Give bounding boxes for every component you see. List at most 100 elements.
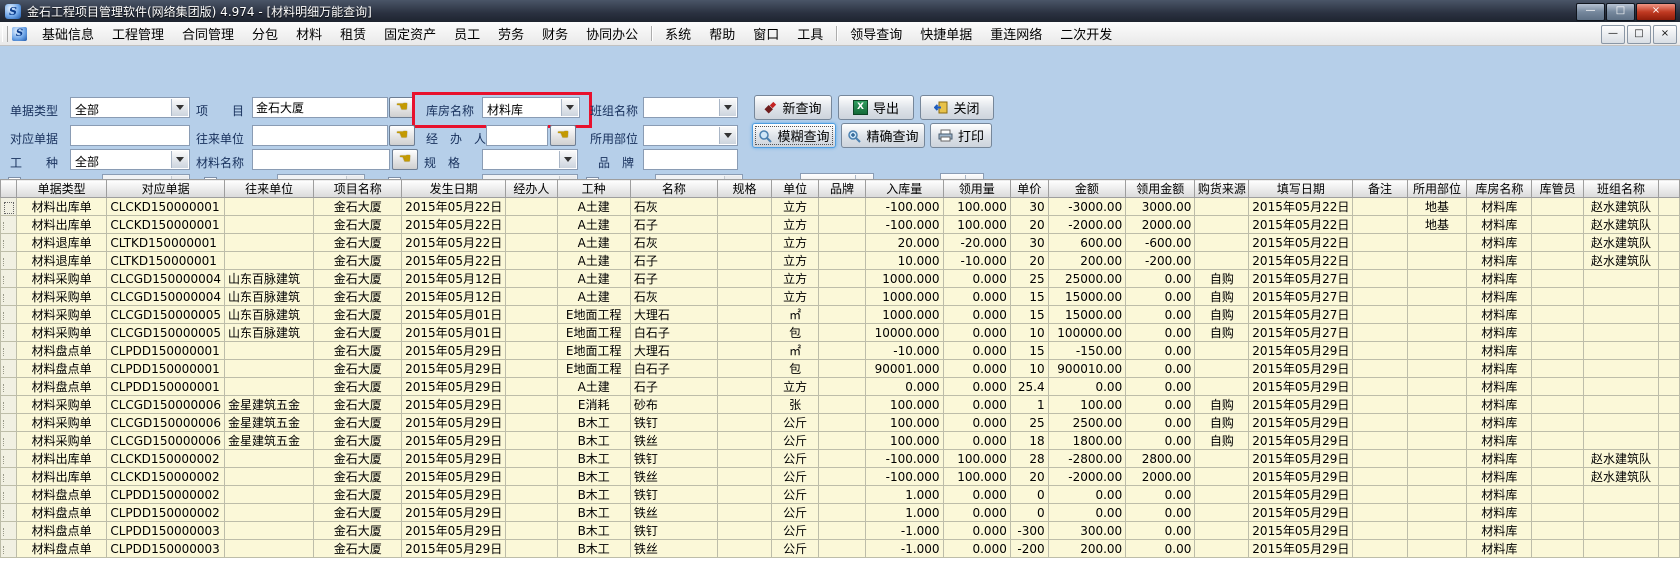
cell[interactable] xyxy=(1195,360,1249,378)
cell[interactable]: 100.000 xyxy=(865,396,943,414)
child-close-button[interactable]: × xyxy=(1653,25,1677,44)
cell[interactable]: CLPDD150000002 xyxy=(107,504,225,522)
cell[interactable]: 2015年05月12日 xyxy=(402,288,506,306)
cell[interactable]: -2000.00 xyxy=(1048,468,1126,486)
table-row[interactable]: 材料盘点单CLPDD150000003金石大厦2015年05月29日B木工铁丝公… xyxy=(1,540,1680,558)
cell[interactable] xyxy=(1353,378,1407,396)
cell[interactable]: CLCGD150000006 xyxy=(107,396,225,414)
cell[interactable]: 2015年05月29日 xyxy=(1249,522,1353,540)
cell[interactable]: B木工 xyxy=(557,486,630,504)
menu-item-6[interactable]: 固定资产 xyxy=(375,21,445,46)
cell[interactable]: 金石大厦 xyxy=(314,540,402,558)
row-selector-cell[interactable] xyxy=(1,468,17,486)
cell[interactable]: 材料库 xyxy=(1467,360,1532,378)
table-row[interactable]: 材料盘点单CLPDD150000001金石大厦2015年05月29日E地面工程大… xyxy=(1,342,1680,360)
cell[interactable]: 0.000 xyxy=(943,414,1010,432)
cell[interactable]: 0.000 xyxy=(943,486,1010,504)
cell[interactable]: 自购 xyxy=(1195,324,1249,342)
cell[interactable]: A土建 xyxy=(557,216,630,234)
cell[interactable] xyxy=(1532,342,1583,360)
cell[interactable]: 包 xyxy=(772,324,819,342)
cell[interactable]: 铁钉 xyxy=(630,522,717,540)
cell[interactable]: 2015年05月27日 xyxy=(1249,270,1353,288)
cell[interactable]: 金石大厦 xyxy=(314,216,402,234)
cell[interactable] xyxy=(1195,468,1249,486)
cell[interactable] xyxy=(1532,252,1583,270)
cell[interactable]: 材料采购单 xyxy=(16,306,106,324)
cell[interactable]: 2015年05月22日 xyxy=(1249,198,1353,216)
cell[interactable]: 山东百脉建筑 xyxy=(225,288,314,306)
cell[interactable]: 材料库 xyxy=(1467,522,1532,540)
cell[interactable] xyxy=(1532,324,1583,342)
cell[interactable]: 0.00 xyxy=(1048,486,1126,504)
cell[interactable]: -2000.00 xyxy=(1048,216,1126,234)
cell[interactable]: 材料库 xyxy=(1467,486,1532,504)
cell[interactable]: 2015年05月29日 xyxy=(1249,432,1353,450)
cell[interactable]: 铁钉 xyxy=(630,414,717,432)
cell[interactable]: 山东百脉建筑 xyxy=(225,324,314,342)
cell[interactable]: 0.00 xyxy=(1126,306,1195,324)
cell[interactable] xyxy=(506,414,557,432)
cell[interactable]: 赵水建筑队 xyxy=(1583,468,1658,486)
cell[interactable] xyxy=(1353,414,1407,432)
cell[interactable]: 金石大厦 xyxy=(314,396,402,414)
cell[interactable]: 石灰 xyxy=(630,198,717,216)
cell[interactable]: 1.000 xyxy=(865,486,943,504)
cell[interactable]: 公斤 xyxy=(772,450,819,468)
cell[interactable]: 立方 xyxy=(772,216,819,234)
cell[interactable]: 山东百脉建筑 xyxy=(225,306,314,324)
counterparty-input[interactable] xyxy=(252,125,388,146)
cell[interactable]: 2015年05月22日 xyxy=(402,198,506,216)
cell[interactable]: 25 xyxy=(1010,270,1048,288)
table-row[interactable]: 材料采购单CLCGD150000006金星建筑五金金石大厦2015年05月29日… xyxy=(1,396,1680,414)
cell[interactable] xyxy=(819,414,866,432)
cell[interactable] xyxy=(1353,270,1407,288)
cell[interactable]: 石灰 xyxy=(630,234,717,252)
cell[interactable] xyxy=(1532,414,1583,432)
cell[interactable]: 90001.000 xyxy=(865,360,943,378)
cell[interactable]: 材料库 xyxy=(1467,432,1532,450)
cell[interactable]: 2015年05月29日 xyxy=(1249,378,1353,396)
cell[interactable]: 2000.00 xyxy=(1126,216,1195,234)
cell[interactable]: E地面工程 xyxy=(557,342,630,360)
cell[interactable]: CLPDD150000001 xyxy=(107,342,225,360)
column-header-17[interactable]: 填写日期 xyxy=(1249,180,1353,198)
fuzzy-query-button[interactable]: 模糊查询 xyxy=(752,123,836,148)
cell[interactable] xyxy=(1195,198,1249,216)
cell[interactable] xyxy=(717,342,771,360)
cell[interactable] xyxy=(717,360,771,378)
cell[interactable] xyxy=(1353,360,1407,378)
cell[interactable]: 2015年05月29日 xyxy=(402,486,506,504)
cell[interactable] xyxy=(717,468,771,486)
cell[interactable]: 2015年05月22日 xyxy=(402,216,506,234)
cell[interactable]: 材料退库单 xyxy=(16,252,106,270)
row-selector-cell[interactable] xyxy=(1,450,17,468)
column-header-2[interactable]: 往来单位 xyxy=(225,180,314,198)
cell[interactable]: 材料采购单 xyxy=(16,396,106,414)
cell[interactable]: 石子 xyxy=(630,378,717,396)
cell[interactable]: 金石大厦 xyxy=(314,468,402,486)
cell[interactable]: 1000.000 xyxy=(865,270,943,288)
cell[interactable] xyxy=(819,198,866,216)
cell[interactable]: A土建 xyxy=(557,198,630,216)
chevron-down-icon[interactable] xyxy=(171,99,188,116)
cell[interactable]: 公斤 xyxy=(772,414,819,432)
cell[interactable]: 材料盘点单 xyxy=(16,504,106,522)
cell[interactable]: 金石大厦 xyxy=(314,324,402,342)
column-header-5[interactable]: 经办人 xyxy=(506,180,557,198)
row-selector-cell[interactable] xyxy=(1,396,17,414)
cell[interactable]: CLPDD150000001 xyxy=(107,378,225,396)
cell[interactable]: 2015年05月29日 xyxy=(1249,414,1353,432)
cell[interactable]: 材料库 xyxy=(1467,468,1532,486)
new-query-button[interactable]: 新查询 xyxy=(754,95,832,120)
cell[interactable]: 大理石 xyxy=(630,342,717,360)
cell[interactable] xyxy=(225,540,314,558)
cell[interactable]: 材料采购单 xyxy=(16,414,106,432)
chevron-down-icon[interactable] xyxy=(719,127,736,144)
cell[interactable]: 金石大厦 xyxy=(314,234,402,252)
cell[interactable]: 2015年05月29日 xyxy=(1249,540,1353,558)
cell[interactable]: 铁丝 xyxy=(630,468,717,486)
cell[interactable]: 2015年05月12日 xyxy=(402,270,506,288)
cell[interactable]: 金石大厦 xyxy=(314,306,402,324)
cell[interactable] xyxy=(1532,306,1583,324)
